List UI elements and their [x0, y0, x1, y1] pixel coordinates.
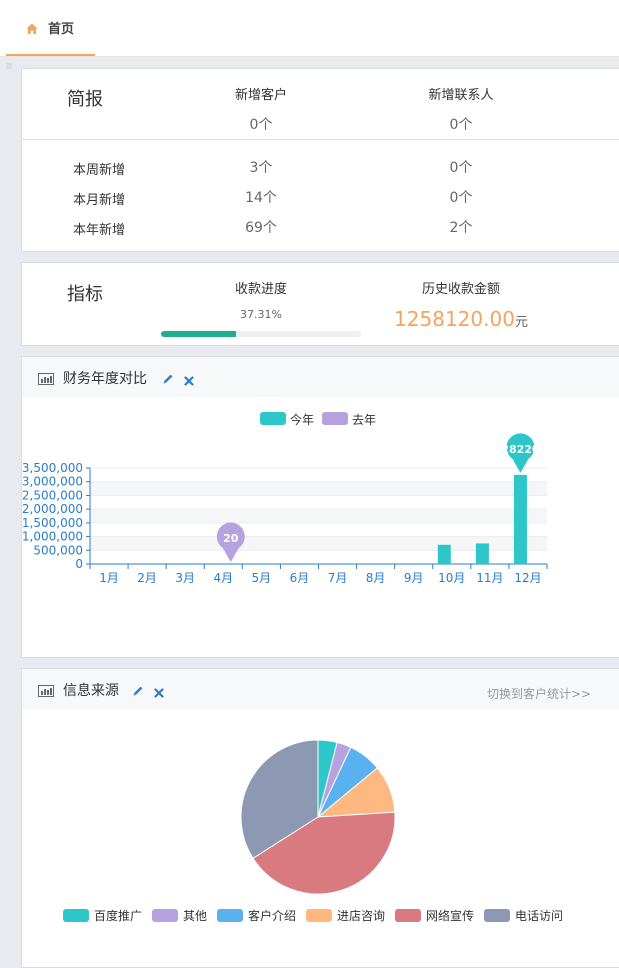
legend-swatch-last-year[interactable] [322, 412, 348, 425]
progress-label: 收款进度 [211, 278, 311, 297]
x-tick-label: 8月 [366, 571, 386, 585]
finance-bar-chart: 0500,0001,000,0001,500,0002,000,0002,500… [22, 425, 619, 595]
y-tick-label: 3,000,000 [22, 475, 83, 489]
x-tick-label: 6月 [290, 571, 310, 585]
row-week-label: 本周新增 [73, 159, 125, 178]
source-edit-icon[interactable] [132, 682, 144, 701]
switch-to-customer-stats-link[interactable]: 切换到客户统计>> [487, 685, 591, 702]
legend-swatch-this-year[interactable] [260, 412, 286, 425]
legend-swatch[interactable] [217, 909, 243, 922]
x-tick-label: 5月 [252, 571, 272, 585]
legend-swatch[interactable] [152, 909, 178, 922]
left-gutter [0, 57, 22, 956]
history-amount-unit: 元 [515, 315, 528, 330]
max-marker-label: 28220 [501, 443, 540, 456]
edit-icon[interactable] [162, 370, 174, 389]
row-week-contacts: 0个 [413, 157, 509, 177]
collection-progress-bar [161, 331, 361, 337]
briefing-divider [22, 139, 619, 140]
source-close-icon[interactable] [154, 683, 164, 702]
finance-panel-title: 财务年度对比 [63, 368, 147, 388]
grid-band [90, 509, 547, 523]
max-marker-pin[interactable]: 20 [217, 523, 245, 562]
y-tick-label: 2,500,000 [22, 488, 83, 502]
y-tick-label: 500,000 [33, 543, 83, 557]
legend-label[interactable]: 进店咨询 [337, 908, 385, 923]
max-marker-pin[interactable]: 28220 [501, 433, 540, 472]
history-amount: 1258120.00元 [390, 307, 532, 331]
y-tick-label: 2,000,000 [22, 502, 83, 516]
source-panel-title: 信息来源 [63, 680, 119, 700]
row-week-customers: 3个 [213, 157, 309, 177]
progress-fill [161, 331, 236, 337]
bar-this-year[interactable] [438, 545, 451, 564]
x-tick-label: 2月 [137, 571, 157, 585]
legend-swatch[interactable] [395, 909, 421, 922]
x-tick-label: 9月 [404, 571, 424, 585]
grid-band [90, 482, 547, 496]
row-year-customers: 69个 [213, 217, 309, 237]
legend-label[interactable]: 百度推广 [94, 908, 142, 923]
briefing-title: 简报 [67, 85, 103, 111]
row-year-contacts: 2个 [413, 217, 509, 237]
close-icon[interactable] [184, 371, 194, 390]
metrics-title: 指标 [67, 280, 103, 306]
row-year-label: 本年新增 [73, 219, 125, 238]
new-contacts-header: 新增联系人 [413, 84, 509, 103]
x-tick-label: 4月 [213, 571, 233, 585]
legend-label[interactable]: 其他 [183, 909, 207, 923]
y-tick-label: 1,500,000 [22, 516, 83, 530]
x-tick-label: 1月 [99, 571, 119, 585]
x-tick-label: 11月 [476, 571, 503, 585]
x-tick-label: 12月 [514, 571, 541, 585]
total-customers-value: 0个 [213, 114, 309, 134]
tab-home-label: 首页 [48, 18, 74, 37]
x-tick-label: 10月 [438, 571, 465, 585]
tab-divider [0, 56, 619, 57]
row-month-customers: 14个 [213, 187, 309, 207]
total-contacts-value: 0个 [413, 114, 509, 134]
y-tick-label: 0 [75, 557, 83, 571]
row-month-contacts: 0个 [413, 187, 509, 207]
home-icon [26, 20, 38, 39]
source-chart-icon [38, 682, 54, 701]
bar-this-year[interactable] [476, 543, 489, 564]
history-amount-value: 1258120.00 [394, 307, 515, 331]
row-month-label: 本月新增 [73, 189, 125, 208]
progress-value: 37.31% [211, 308, 311, 321]
new-customers-header: 新增客户 [213, 84, 309, 103]
x-tick-label: 3月 [175, 571, 195, 585]
source-pie-chart: 百度推广 其他 客户介绍 进店咨询 网络宣传 电话访问 [22, 709, 619, 949]
legend-swatch[interactable] [306, 909, 332, 922]
bar-chart-icon [38, 370, 54, 389]
legend-swatch[interactable] [484, 909, 510, 922]
tab-home[interactable]: 首页 [6, 0, 95, 57]
x-tick-label: 7月 [328, 571, 348, 585]
legend-label[interactable]: 客户介绍 [248, 908, 296, 923]
y-tick-label: 1,000,000 [22, 530, 83, 544]
legend-label[interactable]: 网络宣传 [426, 908, 474, 923]
bar-this-year[interactable] [514, 475, 527, 564]
legend-swatch[interactable] [63, 909, 89, 922]
legend-label[interactable]: 电话访问 [515, 909, 563, 923]
max-marker-label: 20 [223, 532, 239, 545]
history-amount-label: 历史收款金额 [401, 278, 521, 297]
y-tick-label: 3,500,000 [22, 461, 83, 475]
